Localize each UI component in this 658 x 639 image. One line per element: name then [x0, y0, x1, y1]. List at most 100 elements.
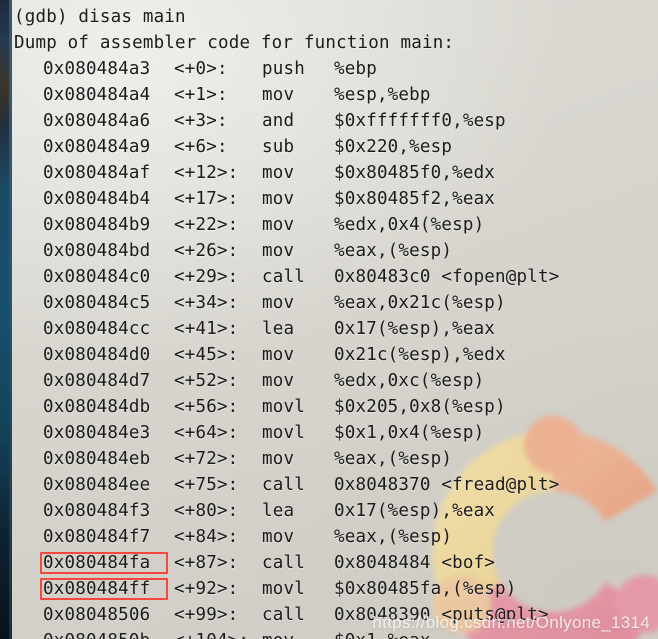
instruction-offset: <+56>: [174, 397, 239, 417]
instruction-mnemonic: sub [262, 137, 295, 157]
instruction-mnemonic: mov [262, 628, 334, 639]
instruction-offset: <+75>: [174, 475, 239, 495]
instruction-operands: $0x220,%esp [334, 137, 453, 157]
instruction-address: 0x080484ee [43, 475, 151, 495]
instruction-mnemonic: mov [262, 371, 295, 391]
instruction-mnemonic: movl [262, 423, 305, 443]
instruction-row: 0x080484d7 <+52>: mov %edx,0xc(%esp) [14, 368, 658, 394]
instruction-offset: <+29>: [174, 267, 239, 287]
instruction-row: 0x080484b4 <+17>: mov $0x80485f2,%eax [14, 186, 658, 212]
instruction-row: 0x080484ff <+92>: movl $0x80485fa,(%esp) [14, 576, 658, 602]
instruction-mnemonic: lea [262, 501, 295, 521]
instruction-mnemonic: call [262, 475, 305, 495]
instruction-offset: <+52>: [174, 371, 239, 391]
instruction-address: 0x080484f3 [43, 501, 151, 521]
instruction-mnemonic: and [262, 111, 295, 131]
instruction-address: 0x080484c5 [43, 293, 151, 313]
instruction-offset: <+0>: [174, 59, 228, 79]
instruction-row: 0x080484f3 <+80>: lea 0x17(%esp),%eax [14, 498, 658, 524]
instruction-offset: <+72>: [174, 449, 239, 469]
instruction-mnemonic: call [262, 553, 305, 573]
instruction-offset: <+6>: [174, 137, 228, 157]
instruction-row: 0x080484bd <+26>: mov %eax,(%esp) [14, 238, 658, 264]
instruction-operands: %eax,(%esp) [334, 527, 453, 547]
instruction-operands: 0x17(%esp),%eax [334, 501, 496, 521]
instruction-address: 0x080484bd [43, 241, 151, 261]
terminal-screenshot: (gdb) disas main Dump of assembler code … [0, 0, 658, 639]
instruction-address: 0x080484a6 [43, 111, 151, 131]
instruction-address: 0x080484b4 [43, 189, 151, 209]
instruction-row: 0x080484db <+56>: movl $0x205,0x8(%esp) [14, 394, 658, 420]
instruction-offset: <+64>: [174, 423, 239, 443]
instruction-row: 0x080484c5 <+34>: mov %eax,0x21c(%esp) [14, 290, 658, 316]
instruction-address: 0x080484fa [43, 553, 151, 573]
instruction-row: 0x080484f7 <+84>: mov %eax,(%esp) [14, 524, 658, 550]
instruction-mnemonic: mov [262, 527, 295, 547]
instruction-offset: <+17>: [174, 189, 239, 209]
instruction-offset: <+84>: [174, 527, 239, 547]
instruction-row: 0x0804850b<+104>:mov$0x1,%eax [14, 628, 658, 639]
instruction-offset: <+22>: [174, 215, 239, 235]
instruction-operands: 0x17(%esp),%eax [334, 319, 496, 339]
instruction-operands: $0x205,0x8(%esp) [334, 397, 506, 417]
instruction-offset: <+99>: [174, 605, 239, 625]
instruction-address: 0x080484c0 [43, 267, 151, 287]
instruction-operands: %esp,%ebp [334, 85, 431, 105]
instruction-offset: <+92>: [174, 579, 239, 599]
instruction-offset: <+12>: [174, 163, 239, 183]
instruction-operands: %eax,0x21c(%esp) [334, 293, 506, 313]
dump-header: Dump of assembler code for function main… [14, 33, 455, 53]
instruction-row: 0x080484a3 <+0>: push %ebp [14, 56, 658, 82]
instruction-row: 0x080484b9 <+22>: mov %edx,0x4(%esp) [14, 212, 658, 238]
gdb-command-line: (gdb) disas main [14, 7, 186, 27]
instruction-mnemonic: call [262, 267, 305, 287]
instruction-address: 0x0804850b [14, 628, 174, 639]
instruction-offset: <+80>: [174, 501, 239, 521]
instruction-operands: 0x8048390 <puts@plt> [334, 605, 549, 625]
instruction-address: 0x08048506 [43, 605, 151, 625]
instruction-operands: 0x21c(%esp),%edx [334, 345, 506, 365]
gdb-output: (gdb) disas main Dump of assembler code … [0, 0, 658, 639]
instruction-row: 0x080484ee <+75>: call 0x8048370 <fread@plt… [14, 472, 658, 498]
instruction-mnemonic: mov [262, 293, 295, 313]
instruction-address: 0x080484db [43, 397, 151, 417]
instruction-offset: <+26>: [174, 241, 239, 261]
instruction-offset: <+3>: [174, 111, 228, 131]
instruction-operands: %edx,0x4(%esp) [334, 215, 485, 235]
instruction-row: 0x08048506 <+99>: call 0x8048390 <puts@plt> [14, 602, 658, 628]
instruction-offset: <+45>: [174, 345, 239, 365]
instruction-operands: %eax,(%esp) [334, 241, 453, 261]
instruction-address: 0x080484cc [43, 319, 151, 339]
instruction-address: 0x080484a9 [43, 137, 151, 157]
instruction-row: 0x080484eb <+72>: mov %eax,(%esp) [14, 446, 658, 472]
instruction-address: 0x080484f7 [43, 527, 151, 547]
instruction-operands: $0x80485fa,(%esp) [334, 579, 517, 599]
instruction-operands: %edx,0xc(%esp) [334, 371, 485, 391]
instruction-offset: <+1>: [174, 85, 228, 105]
instruction-mnemonic: call [262, 605, 305, 625]
instruction-address: 0x080484d7 [43, 371, 151, 391]
instruction-row: 0x080484fa <+87>: call 0x8048484 <bof> [14, 550, 658, 576]
instruction-offset: <+41>: [174, 319, 239, 339]
instruction-row: 0x080484e3 <+64>: movl $0x1,0x4(%esp) [14, 420, 658, 446]
instruction-mnemonic: movl [262, 579, 305, 599]
instruction-offset: <+34>: [174, 293, 239, 313]
instruction-row: 0x080484a6 <+3>: and $0xfffffff0,%esp [14, 108, 658, 134]
instruction-operands: %eax,(%esp) [334, 449, 453, 469]
instruction-mnemonic: mov [262, 163, 295, 183]
instruction-address: 0x080484af [43, 163, 151, 183]
instruction-mnemonic: push [262, 59, 305, 79]
instruction-offset: <+104>: [174, 628, 262, 639]
instruction-address: 0x080484a4 [43, 85, 151, 105]
instruction-row: 0x080484a4 <+1>: mov %esp,%ebp [14, 82, 658, 108]
instruction-offset: <+87>: [174, 553, 239, 573]
instruction-operands: $0xfffffff0,%esp [334, 111, 506, 131]
instruction-address: 0x080484d0 [43, 345, 151, 365]
instruction-mnemonic: mov [262, 85, 295, 105]
instruction-mnemonic: mov [262, 189, 295, 209]
instruction-mnemonic: mov [262, 449, 295, 469]
instruction-address: 0x080484eb [43, 449, 151, 469]
instruction-mnemonic: mov [262, 215, 295, 235]
instruction-operands: $0x1,%eax [334, 628, 431, 639]
instruction-row: 0x080484a9 <+6>: sub $0x220,%esp [14, 134, 658, 160]
